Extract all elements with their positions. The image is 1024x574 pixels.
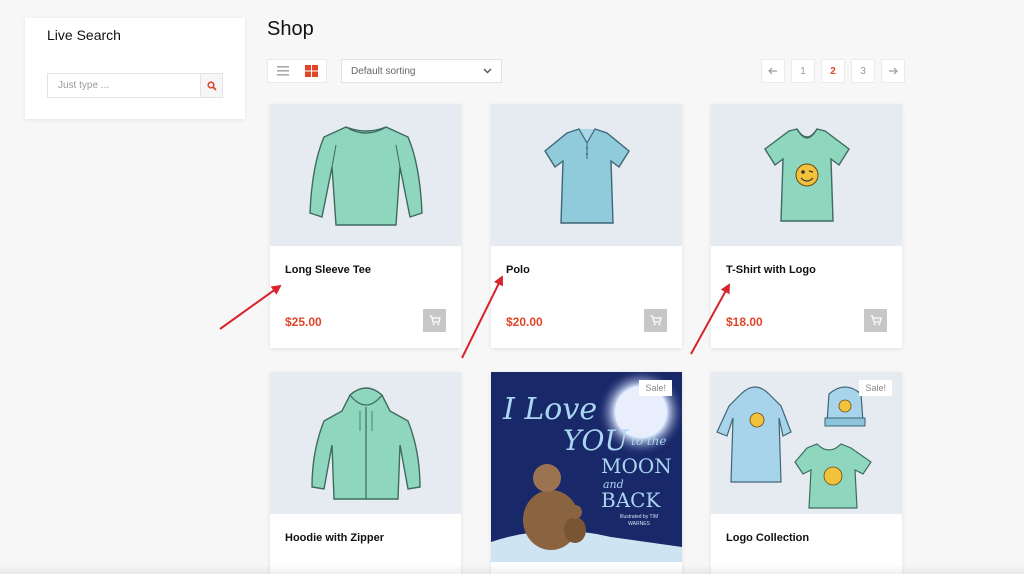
add-to-cart-button[interactable] — [864, 309, 887, 332]
sale-badge: Sale! — [639, 380, 672, 396]
pagination: 1 2 3 — [761, 59, 905, 83]
book-credit: Illustrated by TIM WARNES — [619, 514, 659, 527]
page-2-button[interactable]: 2 — [821, 59, 845, 83]
page-title: Shop — [267, 18, 314, 40]
product-image-polo[interactable] — [491, 104, 682, 246]
page-1-button[interactable]: 1 — [791, 59, 815, 83]
add-to-cart-button[interactable] — [423, 309, 446, 332]
cart-icon — [870, 315, 882, 326]
product-name[interactable]: Long Sleeve Tee — [285, 264, 371, 276]
product-name[interactable]: Logo Collection — [726, 532, 809, 544]
tshirt-logo-image — [763, 128, 850, 222]
prev-page-button[interactable] — [761, 59, 785, 83]
hoodie-zipper-image — [310, 387, 421, 500]
long-sleeve-tee-image — [308, 126, 423, 226]
product-image-tshirt-logo[interactable] — [711, 104, 902, 246]
product-card[interactable]: Hoodie with Zipper — [270, 372, 461, 574]
widget-title: Live Search — [47, 27, 121, 43]
product-name[interactable]: Polo — [506, 264, 530, 276]
next-page-button[interactable] — [881, 59, 905, 83]
book-title-line3: to the — [631, 434, 667, 448]
search-icon — [206, 80, 217, 91]
book-title-line1: I Love — [503, 392, 598, 427]
polo-shirt-image — [543, 128, 630, 224]
view-toggle — [267, 59, 327, 83]
product-image-hoodie-zipper[interactable] — [270, 372, 461, 514]
live-search-widget: Live Search — [25, 18, 245, 119]
product-card[interactable]: Long Sleeve Tee $25.00 — [270, 104, 461, 348]
product-card[interactable]: Sale! Logo Collection — [711, 372, 902, 574]
product-image-book-cover[interactable]: I Love YOU to the MOON and BACK Illustra… — [491, 372, 682, 562]
arrow-left-icon — [768, 67, 777, 75]
sort-select[interactable]: Default sorting — [341, 59, 502, 83]
grid-view-button[interactable] — [297, 60, 326, 82]
product-name[interactable]: Hoodie with Zipper — [285, 532, 384, 544]
product-price: $18.00 — [726, 315, 763, 329]
add-to-cart-button[interactable] — [644, 309, 667, 332]
book-title-line2: YOU — [563, 424, 629, 457]
list-view-button[interactable] — [268, 60, 297, 82]
product-name[interactable]: T-Shirt with Logo — [726, 264, 816, 276]
product-image-logo-collection[interactable]: Sale! — [711, 372, 902, 514]
sort-selected-label: Default sorting — [351, 65, 416, 77]
chevron-down-icon — [483, 68, 492, 74]
search-button[interactable] — [200, 74, 222, 97]
cart-icon — [650, 315, 662, 326]
sale-badge: Sale! — [859, 380, 892, 396]
product-price: $20.00 — [506, 315, 543, 329]
book-title-line6: BACK — [601, 488, 661, 512]
product-image-long-sleeve-tee[interactable] — [270, 104, 461, 246]
grid-view-icon — [305, 65, 318, 77]
product-card[interactable]: Polo $20.00 — [491, 104, 682, 348]
product-card[interactable]: I Love YOU to the MOON and BACK Illustra… — [491, 372, 682, 574]
product-price: $25.00 — [285, 315, 322, 329]
arrow-right-icon — [889, 67, 898, 75]
search-input[interactable] — [48, 74, 200, 97]
product-card[interactable]: T-Shirt with Logo $18.00 — [711, 104, 902, 348]
search-box — [47, 73, 223, 98]
cart-icon — [429, 315, 441, 326]
page-3-button[interactable]: 3 — [851, 59, 875, 83]
book-title-line4: MOON — [601, 454, 672, 478]
list-view-icon — [276, 66, 289, 76]
